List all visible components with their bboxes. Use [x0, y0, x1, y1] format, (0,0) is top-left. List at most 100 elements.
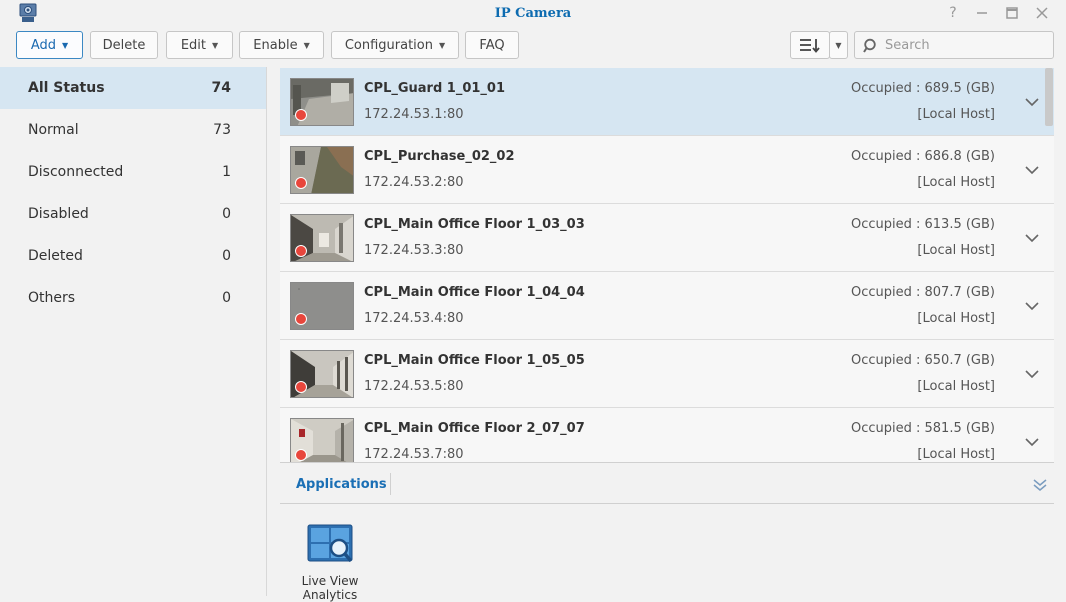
sort-dropdown-button[interactable]: ▼ [829, 31, 848, 59]
camera-host: [Local Host] [917, 243, 995, 258]
search-icon [863, 38, 876, 53]
sidebar-item-label: Deleted [28, 248, 83, 264]
edit-button-label: Edit [180, 37, 207, 53]
minimize-icon[interactable] [972, 4, 992, 22]
faq-button-label: FAQ [479, 37, 505, 53]
sidebar-item-others[interactable]: Others 0 [0, 277, 266, 319]
configuration-button-label: Configuration [344, 37, 433, 53]
sidebar-item-label: All Status [28, 80, 105, 96]
camera-list: CPL_Guard 1_01_01 172.24.53.1:80 Occupie… [280, 68, 1054, 462]
applications-header: Applications [280, 462, 1054, 504]
camera-occupied: Occupied : 650.7 (GB) [850, 353, 995, 368]
help-icon[interactable]: ? [943, 4, 963, 22]
camera-name: CPL_Main Office Floor 2_07_07 [364, 421, 585, 436]
camera-row[interactable]: CPL_Main Office Floor 2_07_07 172.24.53.… [280, 408, 1054, 462]
camera-row[interactable]: CPL_Main Office Floor 1_05_05 172.24.53.… [280, 340, 1054, 408]
camera-name: CPL_Purchase_02_02 [364, 149, 515, 164]
camera-ip: 172.24.53.7:80 [364, 447, 464, 462]
tab-applications[interactable]: Applications [296, 477, 387, 492]
camera-thumbnail [290, 282, 354, 330]
camera-host: [Local Host] [917, 447, 995, 462]
camera-thumbnail [290, 146, 354, 194]
ip-camera-window: IP Camera ? Add ▼ Delete Edit ▼ Enable ▼… [0, 0, 1066, 602]
app-name: Live View Analytics [301, 574, 359, 602]
sort-button[interactable] [790, 31, 830, 59]
camera-host: [Local Host] [917, 107, 995, 122]
camera-ip: 172.24.53.3:80 [364, 243, 464, 258]
toolbar: Add ▼ Delete Edit ▼ Enable ▼ Configurati… [0, 31, 1066, 61]
faq-button[interactable]: FAQ [465, 31, 519, 59]
camera-occupied: Occupied : 581.5 (GB) [850, 421, 995, 436]
camera-name: CPL_Guard 1_01_01 [364, 81, 506, 96]
app-live-view-analytics[interactable]: Live View Analytics [298, 524, 362, 602]
recording-icon [295, 109, 307, 121]
edit-button[interactable]: Edit ▼ [166, 31, 233, 59]
camera-thumbnail [290, 418, 354, 462]
camera-ip: 172.24.53.5:80 [364, 379, 464, 394]
sort-icon [800, 39, 820, 53]
collapse-panel-icon[interactable] [1032, 477, 1048, 493]
sidebar-item-count: 0 [222, 206, 231, 222]
camera-thumbnail [290, 214, 354, 262]
camera-name: CPL_Main Office Floor 1_04_04 [364, 285, 585, 300]
expand-chevron-icon[interactable] [1024, 434, 1040, 450]
chevron-down-icon: ▼ [62, 40, 69, 50]
recording-icon [295, 449, 307, 461]
sidebar-item-label: Others [28, 290, 76, 306]
expand-chevron-icon[interactable] [1024, 366, 1040, 382]
camera-thumbnail [290, 78, 354, 126]
maximize-icon[interactable] [1002, 4, 1022, 22]
expand-chevron-icon[interactable] [1024, 230, 1040, 246]
delete-button[interactable]: Delete [90, 31, 158, 59]
add-button[interactable]: Add ▼ [16, 31, 83, 59]
camera-row[interactable]: CPL_Main Office Floor 1_03_03 172.24.53.… [280, 204, 1054, 272]
recording-icon [295, 313, 307, 325]
camera-ip: 172.24.53.4:80 [364, 311, 464, 326]
chevron-down-icon: ▼ [303, 40, 310, 50]
camera-row[interactable]: CPL_Purchase_02_02 172.24.53.2:80 Occupi… [280, 136, 1054, 204]
camera-host: [Local Host] [917, 311, 995, 326]
sidebar-item-label: Normal [28, 122, 79, 138]
sidebar-item-disconnected[interactable]: Disconnected 1 [0, 151, 266, 193]
applications-panel: Applications Live View Analytics [280, 462, 1054, 602]
close-icon[interactable] [1032, 4, 1052, 22]
sidebar-item-label: Disconnected [28, 164, 124, 180]
sidebar-item-deleted[interactable]: Deleted 0 [0, 235, 266, 277]
camera-name: CPL_Main Office Floor 1_05_05 [364, 353, 585, 368]
recording-icon [295, 245, 307, 257]
search-input[interactable]: Search [854, 31, 1054, 59]
configuration-button[interactable]: Configuration ▼ [331, 31, 459, 59]
list-scrollbar[interactable] [1045, 68, 1053, 126]
recording-icon [295, 177, 307, 189]
status-sidebar: All Status 74 Normal 73 Disconnected 1 D… [0, 67, 267, 596]
sidebar-item-count: 0 [222, 290, 231, 306]
delete-button-label: Delete [102, 37, 146, 53]
expand-chevron-icon[interactable] [1024, 94, 1040, 110]
camera-occupied: Occupied : 689.5 (GB) [850, 81, 995, 96]
sidebar-item-count: 73 [213, 122, 231, 138]
camera-ip: 172.24.53.1:80 [364, 107, 464, 122]
enable-button-label: Enable [253, 37, 298, 53]
camera-name: CPL_Main Office Floor 1_03_03 [364, 217, 585, 232]
search-placeholder: Search [885, 38, 930, 53]
add-button-label: Add [30, 37, 56, 53]
expand-chevron-icon[interactable] [1024, 298, 1040, 314]
enable-button[interactable]: Enable ▼ [239, 31, 324, 59]
tab-divider [390, 473, 391, 495]
camera-row[interactable]: CPL_Main Office Floor 1_04_04 172.24.53.… [280, 272, 1054, 340]
sidebar-item-disabled[interactable]: Disabled 0 [0, 193, 266, 235]
camera-occupied: Occupied : 807.7 (GB) [850, 285, 995, 300]
camera-row[interactable]: CPL_Guard 1_01_01 172.24.53.1:80 Occupie… [280, 68, 1054, 136]
chevron-down-icon: ▼ [439, 40, 446, 50]
chevron-down-icon: ▼ [835, 40, 842, 50]
sidebar-item-count: 1 [222, 164, 231, 180]
sidebar-item-all-status[interactable]: All Status 74 [0, 67, 266, 109]
expand-chevron-icon[interactable] [1024, 162, 1040, 178]
sidebar-item-label: Disabled [28, 206, 89, 222]
sidebar-item-count: 74 [211, 80, 231, 96]
sidebar-item-normal[interactable]: Normal 73 [0, 109, 266, 151]
camera-occupied: Occupied : 613.5 (GB) [850, 217, 995, 232]
recording-icon [295, 381, 307, 393]
camera-thumbnail [290, 350, 354, 398]
chevron-down-icon: ▼ [212, 40, 219, 50]
